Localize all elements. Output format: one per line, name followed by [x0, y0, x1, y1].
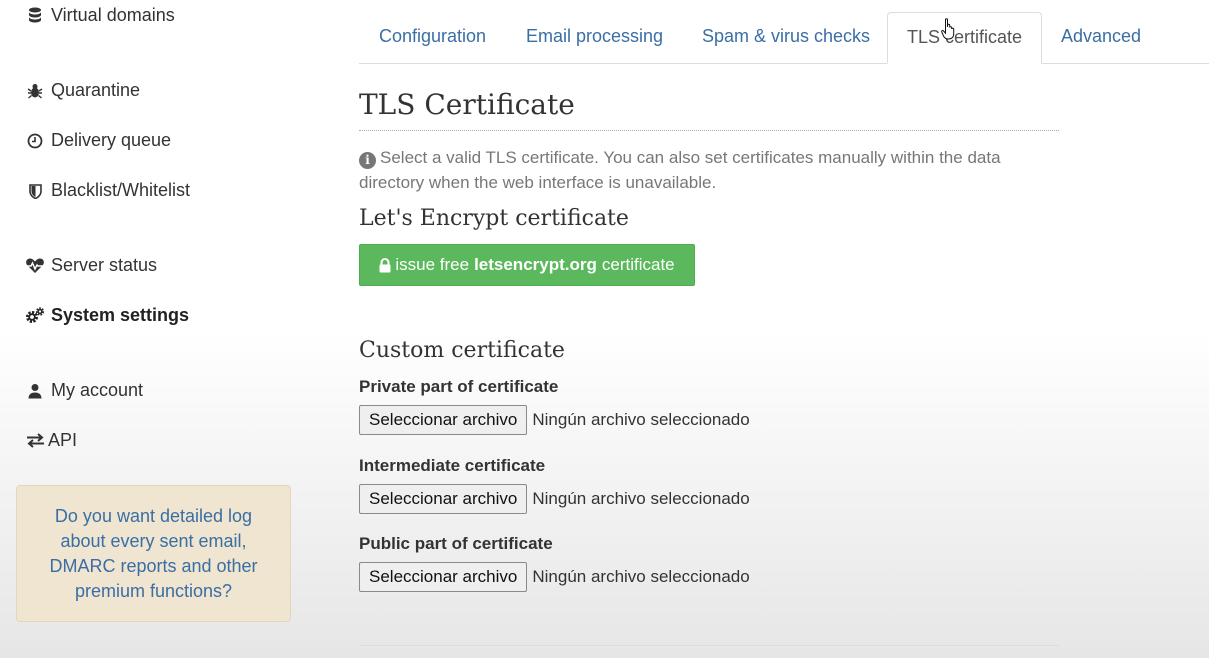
issue-letsencrypt-button[interactable]: issue free letsencrypt.org certificate — [359, 244, 695, 286]
sidebar-item-my-account[interactable]: My account — [24, 380, 143, 401]
sidebar-item-quarantine[interactable]: Quarantine — [24, 80, 140, 101]
file-status: Ningún archivo seleccionado — [532, 489, 750, 508]
sidebar: Virtual domains Quarantine Delivery queu… — [0, 0, 300, 658]
bottom-divider — [359, 645, 1059, 646]
sidebar-item-label: Quarantine — [51, 80, 141, 100]
public-part-label: Public part of certificate — [359, 534, 553, 553]
info-message: Select a valid TLS certificate. You can … — [359, 148, 1001, 192]
private-part-label: Private part of certificate — [359, 377, 559, 396]
tab-advanced[interactable]: Advanced — [1061, 12, 1141, 64]
hand-cursor-icon — [941, 18, 957, 45]
user-icon — [24, 381, 46, 401]
custom-certificate-heading: Custom certificate — [359, 338, 565, 363]
tab-configuration[interactable]: Configuration — [379, 12, 486, 64]
button-prefix: issue free — [395, 255, 470, 274]
info-text: i Select a valid TLS certificate. You can… — [359, 145, 1059, 195]
sidebar-item-server-status[interactable]: Server status — [24, 255, 157, 276]
info-icon: i — [359, 152, 376, 169]
database-icon — [24, 6, 46, 26]
button-suffix: certificate — [601, 255, 675, 274]
page-title: TLS Certificate — [359, 88, 575, 121]
gears-icon — [24, 306, 46, 326]
shield-icon — [24, 181, 46, 201]
file-status: Ningún archivo seleccionado — [532, 410, 750, 429]
bug-icon — [24, 81, 46, 101]
heartbeat-icon — [24, 256, 46, 276]
sidebar-item-virtual-domains[interactable]: Virtual domains — [24, 5, 175, 26]
sidebar-item-api[interactable]: API — [24, 430, 77, 451]
sidebar-item-system-settings[interactable]: System settings — [24, 305, 189, 326]
sidebar-item-label: Virtual domains — [51, 5, 175, 25]
sidebar-item-label: API — [48, 430, 78, 450]
file-status: Ningún archivo seleccionado — [532, 567, 750, 586]
choose-file-button[interactable]: Seleccionar archivo — [359, 405, 528, 435]
lock-icon — [379, 257, 391, 273]
public-part-file-input[interactable]: Seleccionar archivo Ningún archivo selec… — [359, 562, 750, 592]
choose-file-button[interactable]: Seleccionar archivo — [359, 484, 528, 514]
sidebar-item-delivery-queue[interactable]: Delivery queue — [24, 130, 171, 151]
sidebar-item-label: Delivery queue — [51, 130, 172, 150]
button-bold: letsencrypt.org — [474, 255, 597, 274]
sidebar-item-blacklist-whitelist[interactable]: Blacklist/Whitelist — [24, 180, 190, 201]
clock-icon — [24, 131, 46, 151]
choose-file-button[interactable]: Seleccionar archivo — [359, 562, 528, 592]
sidebar-item-label: Server status — [51, 255, 158, 275]
tab-tls-certificate[interactable]: TLS certificate — [887, 12, 1043, 64]
sidebar-item-label: System settings — [51, 305, 190, 325]
private-part-file-input[interactable]: Seleccionar archivo Ningún archivo selec… — [359, 405, 750, 435]
title-divider — [359, 130, 1059, 131]
sidebar-item-label: Blacklist/Whitelist — [51, 180, 191, 200]
premium-promo-link[interactable]: Do you want detailed log about every sen… — [16, 485, 291, 622]
tab-email-processing[interactable]: Email processing — [526, 12, 663, 64]
intermediate-file-input[interactable]: Seleccionar archivo Ningún archivo selec… — [359, 484, 750, 514]
intermediate-label: Intermediate certificate — [359, 456, 546, 475]
letsencrypt-heading: Let's Encrypt certificate — [359, 206, 629, 231]
tab-spam-virus-checks[interactable]: Spam & virus checks — [702, 12, 870, 64]
exchange-icon — [24, 431, 46, 451]
sidebar-item-label: My account — [51, 380, 144, 400]
